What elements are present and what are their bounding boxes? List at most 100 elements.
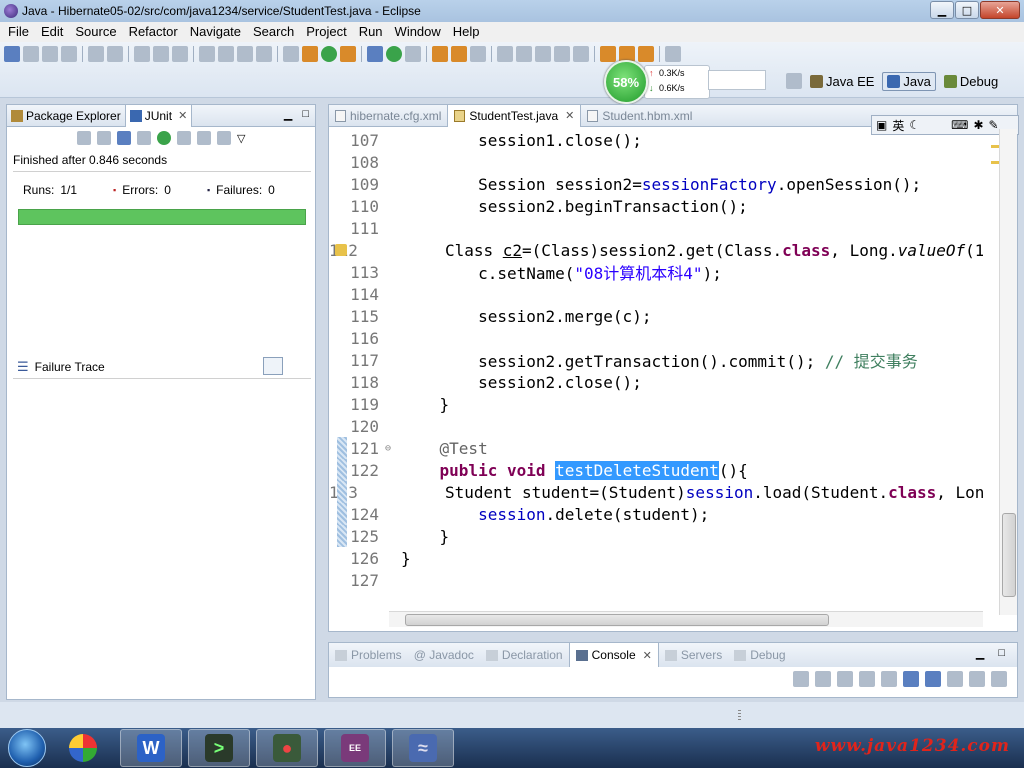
maximize-view-icon[interactable]: □	[998, 647, 1005, 660]
code-text[interactable]: public void testDeleteStudent(){	[397, 460, 748, 480]
previous-failure-icon[interactable]	[97, 131, 111, 145]
code-text[interactable]: session2.close();	[397, 373, 642, 392]
minimize-view-icon[interactable]: ▁	[976, 647, 984, 660]
close-window-button[interactable]: ✕	[980, 1, 1020, 19]
maximize-view-icon[interactable]: □	[302, 108, 309, 121]
perspective-java-ee[interactable]: Java EE	[806, 73, 878, 90]
tab-junit[interactable]: JUnit ✕	[124, 104, 193, 127]
menu-file[interactable]: File	[2, 22, 35, 42]
fold-toggle-icon[interactable]: ⊖	[385, 443, 397, 454]
tab-debug[interactable]: Debug	[728, 643, 791, 667]
open-type-icon[interactable]	[88, 46, 104, 62]
code-line[interactable]: 116	[329, 327, 983, 349]
start-button[interactable]	[8, 729, 46, 767]
new-java-package-icon[interactable]	[386, 46, 402, 62]
save-icon[interactable]	[23, 46, 39, 62]
code-line[interactable]: 118 session2.close();	[329, 371, 983, 393]
menu-navigate[interactable]: Navigate	[184, 22, 247, 42]
remove-all-terminated-icon[interactable]	[837, 671, 853, 687]
tab-console[interactable]: Console ✕	[568, 643, 659, 667]
new-icon[interactable]	[4, 46, 20, 62]
code-line[interactable]: 107 session1.close();	[329, 129, 983, 151]
menu-edit[interactable]: Edit	[35, 22, 69, 42]
code-text[interactable]: @Test	[397, 439, 488, 458]
code-line[interactable]: 114	[329, 283, 983, 305]
test-run-history-icon[interactable]	[217, 131, 231, 145]
close-tab-icon[interactable]: ✕	[565, 109, 574, 122]
code-text[interactable]: }	[397, 527, 450, 546]
code-text[interactable]: session2.getTransaction().commit(); // 提…	[397, 348, 918, 372]
menu-run[interactable]: Run	[353, 22, 389, 42]
vertical-scroll-thumb[interactable]	[1002, 513, 1016, 597]
taskbar-app-1[interactable]	[52, 729, 114, 767]
toggle-mark-occurrences-icon[interactable]	[535, 46, 551, 62]
open-folder-icon[interactable]	[432, 46, 448, 62]
perspective-debug[interactable]: Debug	[940, 73, 1002, 90]
code-line[interactable]: 123 Student student=(Student)session.loa…	[329, 481, 983, 503]
display-selected-console-icon[interactable]	[969, 671, 985, 687]
code-line[interactable]: 108	[329, 151, 983, 173]
code-text[interactable]: session.delete(student);	[397, 505, 709, 524]
code-line[interactable]: 117 session2.getTransaction().commit(); …	[329, 348, 983, 372]
code-line[interactable]: 126}	[329, 547, 983, 569]
code-text[interactable]: }	[397, 395, 450, 414]
tab-hibernate-cfg[interactable]: hibernate.cfg.xml	[329, 105, 447, 127]
warning-icon[interactable]	[335, 244, 347, 256]
scroll-lock-icon[interactable]	[137, 131, 151, 145]
tab-javadoc[interactable]: @ Javadoc	[408, 643, 480, 667]
rerun-test-icon[interactable]	[157, 131, 171, 145]
new-server-icon[interactable]	[367, 46, 383, 62]
memory-usage-circle[interactable]: 58%	[604, 60, 648, 104]
refresh-icon[interactable]	[172, 46, 188, 62]
skip-breakpoints-icon[interactable]	[283, 46, 299, 62]
next-failure-icon[interactable]	[77, 131, 91, 145]
tab-problems[interactable]: Problems	[329, 643, 408, 667]
code-line[interactable]: 115 session2.merge(c);	[329, 305, 983, 327]
scroll-lock-icon[interactable]	[881, 671, 897, 687]
vertical-scrollbar[interactable]	[999, 129, 1017, 615]
code-text[interactable]: Class c2=(Class)session2.get(Class.class…	[364, 241, 983, 260]
suspend-icon[interactable]	[218, 46, 234, 62]
code-text[interactable]: Session session2=sessionFactory.openSess…	[397, 175, 921, 194]
overview-warning-mark[interactable]	[991, 161, 999, 164]
show-console-on-stdout-icon[interactable]	[903, 671, 919, 687]
overview-warning-mark[interactable]	[991, 145, 999, 148]
code-text[interactable]: c.setName("08计算机本科4");	[397, 260, 722, 284]
perspective-java[interactable]: Java	[882, 71, 936, 91]
code-line[interactable]: 109 Session session2=sessionFactory.open…	[329, 173, 983, 195]
code-text[interactable]: session1.close();	[397, 131, 642, 150]
menu-refactor[interactable]: Refactor	[123, 22, 184, 42]
terminate-icon[interactable]	[793, 671, 809, 687]
rerun-failed-first-icon[interactable]	[177, 131, 191, 145]
tab-student-hbm[interactable]: Student.hbm.xml	[581, 105, 698, 127]
undo-icon[interactable]	[134, 46, 150, 62]
menu-window[interactable]: Window	[389, 22, 447, 42]
minimize-view-icon[interactable]: ▁	[284, 108, 292, 121]
code-line[interactable]: 127	[329, 569, 983, 591]
filter-stack-trace-icon[interactable]	[263, 357, 283, 375]
horizontal-scrollbar[interactable]	[389, 611, 983, 627]
minimize-button[interactable]: ▁	[930, 1, 954, 19]
open-perspective-icon[interactable]	[786, 73, 802, 89]
show-whitespace-icon[interactable]	[554, 46, 570, 62]
taskbar-app-6[interactable]: ≈	[392, 729, 454, 767]
code-text[interactable]: }	[397, 549, 411, 568]
show-console-on-stderr-icon[interactable]	[925, 671, 941, 687]
code-line[interactable]: 110 session2.beginTransaction();	[329, 195, 983, 217]
taskbar-app-3[interactable]: >	[188, 729, 250, 767]
next-annotation-icon[interactable]	[497, 46, 513, 62]
menu-help[interactable]: Help	[447, 22, 486, 42]
save-all-icon[interactable]	[42, 46, 58, 62]
compare-results-icon[interactable]	[287, 357, 307, 375]
tab-declaration[interactable]: Declaration	[480, 643, 569, 667]
code-line[interactable]: 111	[329, 217, 983, 239]
menu-source[interactable]: Source	[69, 22, 122, 42]
remove-launch-icon[interactable]	[815, 671, 831, 687]
menu-project[interactable]: Project	[300, 22, 352, 42]
redo-icon[interactable]	[153, 46, 169, 62]
code-line[interactable]: 119 }	[329, 393, 983, 415]
menu-search[interactable]: Search	[247, 22, 300, 42]
stop-test-icon[interactable]	[197, 131, 211, 145]
wrench-icon[interactable]: ✎	[989, 118, 999, 132]
taskbar-app-2[interactable]: W	[120, 729, 182, 767]
